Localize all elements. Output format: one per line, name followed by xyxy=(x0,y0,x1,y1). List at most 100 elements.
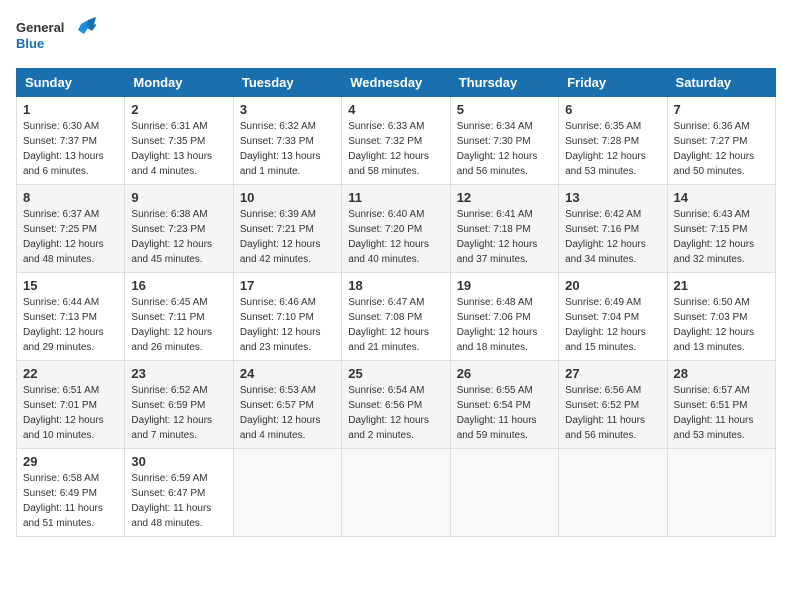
calendar-cell: 16 Sunrise: 6:45 AM Sunset: 7:11 PM Dayl… xyxy=(125,273,233,361)
calendar-cell: 5 Sunrise: 6:34 AM Sunset: 7:30 PM Dayli… xyxy=(450,97,558,185)
day-number: 27 xyxy=(565,366,660,381)
weekday-header-monday: Monday xyxy=(125,69,233,97)
day-info: Sunrise: 6:52 AM Sunset: 6:59 PM Dayligh… xyxy=(131,383,226,443)
calendar-cell: 24 Sunrise: 6:53 AM Sunset: 6:57 PM Dayl… xyxy=(233,361,341,449)
day-info: Sunrise: 6:56 AM Sunset: 6:52 PM Dayligh… xyxy=(565,383,660,443)
day-info: Sunrise: 6:51 AM Sunset: 7:01 PM Dayligh… xyxy=(23,383,118,443)
calendar-cell: 25 Sunrise: 6:54 AM Sunset: 6:56 PM Dayl… xyxy=(342,361,450,449)
day-number: 6 xyxy=(565,102,660,117)
weekday-header-tuesday: Tuesday xyxy=(233,69,341,97)
calendar-cell: 21 Sunrise: 6:50 AM Sunset: 7:03 PM Dayl… xyxy=(667,273,775,361)
day-number: 23 xyxy=(131,366,226,381)
logo: General Blue xyxy=(16,16,96,56)
calendar-cell xyxy=(233,449,341,537)
day-info: Sunrise: 6:33 AM Sunset: 7:32 PM Dayligh… xyxy=(348,119,443,179)
day-number: 7 xyxy=(674,102,769,117)
day-info: Sunrise: 6:59 AM Sunset: 6:47 PM Dayligh… xyxy=(131,471,226,531)
day-number: 4 xyxy=(348,102,443,117)
day-info: Sunrise: 6:47 AM Sunset: 7:08 PM Dayligh… xyxy=(348,295,443,355)
day-number: 30 xyxy=(131,454,226,469)
calendar-cell: 2 Sunrise: 6:31 AM Sunset: 7:35 PM Dayli… xyxy=(125,97,233,185)
calendar-cell: 14 Sunrise: 6:43 AM Sunset: 7:15 PM Dayl… xyxy=(667,185,775,273)
day-info: Sunrise: 6:41 AM Sunset: 7:18 PM Dayligh… xyxy=(457,207,552,267)
calendar-cell: 8 Sunrise: 6:37 AM Sunset: 7:25 PM Dayli… xyxy=(17,185,125,273)
calendar-cell: 22 Sunrise: 6:51 AM Sunset: 7:01 PM Dayl… xyxy=(17,361,125,449)
calendar-week-5: 29 Sunrise: 6:58 AM Sunset: 6:49 PM Dayl… xyxy=(17,449,776,537)
calendar-cell: 4 Sunrise: 6:33 AM Sunset: 7:32 PM Dayli… xyxy=(342,97,450,185)
weekday-header-sunday: Sunday xyxy=(17,69,125,97)
calendar-cell: 12 Sunrise: 6:41 AM Sunset: 7:18 PM Dayl… xyxy=(450,185,558,273)
day-info: Sunrise: 6:30 AM Sunset: 7:37 PM Dayligh… xyxy=(23,119,118,179)
calendar-cell: 26 Sunrise: 6:55 AM Sunset: 6:54 PM Dayl… xyxy=(450,361,558,449)
day-number: 28 xyxy=(674,366,769,381)
day-number: 26 xyxy=(457,366,552,381)
calendar-cell: 13 Sunrise: 6:42 AM Sunset: 7:16 PM Dayl… xyxy=(559,185,667,273)
calendar-cell: 11 Sunrise: 6:40 AM Sunset: 7:20 PM Dayl… xyxy=(342,185,450,273)
day-info: Sunrise: 6:37 AM Sunset: 7:25 PM Dayligh… xyxy=(23,207,118,267)
page-header: General Blue xyxy=(16,16,776,56)
calendar-cell: 30 Sunrise: 6:59 AM Sunset: 6:47 PM Dayl… xyxy=(125,449,233,537)
day-info: Sunrise: 6:42 AM Sunset: 7:16 PM Dayligh… xyxy=(565,207,660,267)
calendar-table: SundayMondayTuesdayWednesdayThursdayFrid… xyxy=(16,68,776,537)
day-info: Sunrise: 6:40 AM Sunset: 7:20 PM Dayligh… xyxy=(348,207,443,267)
day-info: Sunrise: 6:46 AM Sunset: 7:10 PM Dayligh… xyxy=(240,295,335,355)
day-number: 1 xyxy=(23,102,118,117)
calendar-cell: 29 Sunrise: 6:58 AM Sunset: 6:49 PM Dayl… xyxy=(17,449,125,537)
calendar-cell: 27 Sunrise: 6:56 AM Sunset: 6:52 PM Dayl… xyxy=(559,361,667,449)
day-info: Sunrise: 6:45 AM Sunset: 7:11 PM Dayligh… xyxy=(131,295,226,355)
calendar-cell: 7 Sunrise: 6:36 AM Sunset: 7:27 PM Dayli… xyxy=(667,97,775,185)
calendar-cell xyxy=(342,449,450,537)
calendar-cell: 6 Sunrise: 6:35 AM Sunset: 7:28 PM Dayli… xyxy=(559,97,667,185)
day-number: 10 xyxy=(240,190,335,205)
calendar-cell: 17 Sunrise: 6:46 AM Sunset: 7:10 PM Dayl… xyxy=(233,273,341,361)
day-number: 20 xyxy=(565,278,660,293)
calendar-week-1: 1 Sunrise: 6:30 AM Sunset: 7:37 PM Dayli… xyxy=(17,97,776,185)
day-info: Sunrise: 6:50 AM Sunset: 7:03 PM Dayligh… xyxy=(674,295,769,355)
weekday-header-thursday: Thursday xyxy=(450,69,558,97)
day-info: Sunrise: 6:31 AM Sunset: 7:35 PM Dayligh… xyxy=(131,119,226,179)
day-info: Sunrise: 6:49 AM Sunset: 7:04 PM Dayligh… xyxy=(565,295,660,355)
day-number: 14 xyxy=(674,190,769,205)
day-number: 13 xyxy=(565,190,660,205)
day-number: 21 xyxy=(674,278,769,293)
calendar-cell: 23 Sunrise: 6:52 AM Sunset: 6:59 PM Dayl… xyxy=(125,361,233,449)
calendar-week-2: 8 Sunrise: 6:37 AM Sunset: 7:25 PM Dayli… xyxy=(17,185,776,273)
calendar-cell xyxy=(667,449,775,537)
day-info: Sunrise: 6:36 AM Sunset: 7:27 PM Dayligh… xyxy=(674,119,769,179)
day-number: 18 xyxy=(348,278,443,293)
calendar-cell: 20 Sunrise: 6:49 AM Sunset: 7:04 PM Dayl… xyxy=(559,273,667,361)
day-info: Sunrise: 6:53 AM Sunset: 6:57 PM Dayligh… xyxy=(240,383,335,443)
calendar-cell: 18 Sunrise: 6:47 AM Sunset: 7:08 PM Dayl… xyxy=(342,273,450,361)
day-info: Sunrise: 6:55 AM Sunset: 6:54 PM Dayligh… xyxy=(457,383,552,443)
day-number: 16 xyxy=(131,278,226,293)
calendar-week-3: 15 Sunrise: 6:44 AM Sunset: 7:13 PM Dayl… xyxy=(17,273,776,361)
day-info: Sunrise: 6:34 AM Sunset: 7:30 PM Dayligh… xyxy=(457,119,552,179)
calendar-cell xyxy=(450,449,558,537)
day-number: 12 xyxy=(457,190,552,205)
svg-text:Blue: Blue xyxy=(16,36,44,51)
day-number: 9 xyxy=(131,190,226,205)
day-number: 25 xyxy=(348,366,443,381)
weekday-header-saturday: Saturday xyxy=(667,69,775,97)
calendar-cell: 9 Sunrise: 6:38 AM Sunset: 7:23 PM Dayli… xyxy=(125,185,233,273)
day-number: 29 xyxy=(23,454,118,469)
day-info: Sunrise: 6:35 AM Sunset: 7:28 PM Dayligh… xyxy=(565,119,660,179)
calendar-cell: 3 Sunrise: 6:32 AM Sunset: 7:33 PM Dayli… xyxy=(233,97,341,185)
day-info: Sunrise: 6:32 AM Sunset: 7:33 PM Dayligh… xyxy=(240,119,335,179)
day-number: 5 xyxy=(457,102,552,117)
calendar-cell xyxy=(559,449,667,537)
weekday-header-friday: Friday xyxy=(559,69,667,97)
day-number: 2 xyxy=(131,102,226,117)
day-info: Sunrise: 6:57 AM Sunset: 6:51 PM Dayligh… xyxy=(674,383,769,443)
day-info: Sunrise: 6:43 AM Sunset: 7:15 PM Dayligh… xyxy=(674,207,769,267)
day-number: 11 xyxy=(348,190,443,205)
day-info: Sunrise: 6:44 AM Sunset: 7:13 PM Dayligh… xyxy=(23,295,118,355)
day-number: 17 xyxy=(240,278,335,293)
weekday-header-wednesday: Wednesday xyxy=(342,69,450,97)
day-info: Sunrise: 6:58 AM Sunset: 6:49 PM Dayligh… xyxy=(23,471,118,531)
calendar-cell: 15 Sunrise: 6:44 AM Sunset: 7:13 PM Dayl… xyxy=(17,273,125,361)
svg-text:General: General xyxy=(16,20,64,35)
day-number: 15 xyxy=(23,278,118,293)
calendar-cell: 1 Sunrise: 6:30 AM Sunset: 7:37 PM Dayli… xyxy=(17,97,125,185)
logo-icon: General Blue xyxy=(16,16,96,56)
